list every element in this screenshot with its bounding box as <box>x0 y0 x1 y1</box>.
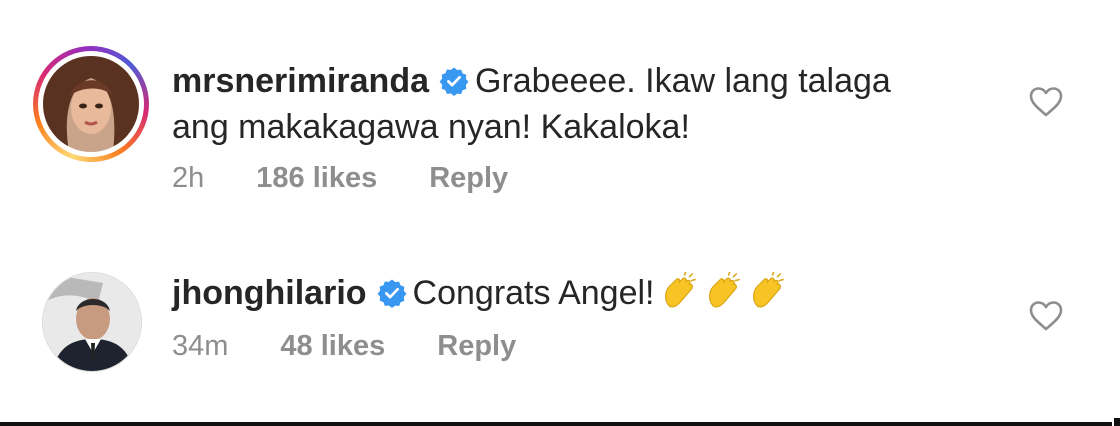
comment-meta: 2h 186 likes Reply <box>172 162 508 195</box>
reply-button[interactable]: Reply <box>437 330 516 363</box>
clapping-hands-icon <box>665 272 697 308</box>
heart-outline-icon[interactable] <box>1028 86 1064 118</box>
timestamp: 34m <box>172 330 229 362</box>
comment-text: Grabeeee. Ikaw lang talaga <box>475 62 891 100</box>
corner-mark <box>1114 418 1120 426</box>
clapping-hands-icon <box>753 272 785 308</box>
bottom-divider <box>0 422 1112 426</box>
likes-count[interactable]: 186 likes <box>256 162 377 195</box>
comment-line-1: jhonghilario Congrats Angel! <box>172 270 786 316</box>
timestamp: 2h <box>172 162 205 194</box>
comment-line-2: ang makakagawa nyan! Kakaloka! <box>172 108 690 146</box>
username[interactable]: jhonghilario <box>172 274 367 312</box>
clapping-hands-icon <box>709 272 741 308</box>
avatar[interactable] <box>33 46 149 162</box>
verified-badge-icon <box>439 67 469 96</box>
comment-text: Congrats Angel! <box>412 274 655 312</box>
comment-meta: 34m 48 likes Reply <box>172 330 516 363</box>
verified-badge-icon <box>377 279 406 308</box>
comment-line-1: mrsnerimiranda Grabeeee. Ikaw lang talaga <box>172 58 891 104</box>
username[interactable]: mrsnerimiranda <box>172 62 429 100</box>
avatar-photo <box>43 56 139 152</box>
reply-button[interactable]: Reply <box>429 162 508 195</box>
avatar[interactable] <box>42 272 142 372</box>
heart-outline-icon[interactable] <box>1028 300 1064 332</box>
likes-count[interactable]: 48 likes <box>280 330 385 363</box>
emoji-group <box>654 272 786 312</box>
